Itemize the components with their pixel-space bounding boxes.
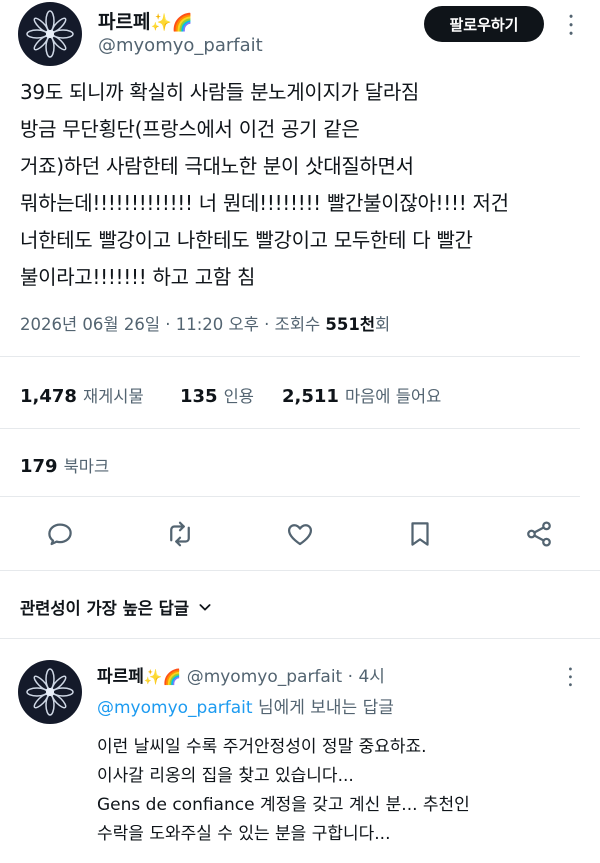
author-handle[interactable]: @myomyo_parfait	[98, 35, 263, 56]
tweet-date[interactable]: 2026년 06월 26일 · 11:20 오후 · 조회수	[20, 315, 325, 334]
divider	[0, 570, 600, 571]
view-suffix: 회	[375, 315, 391, 334]
reply-button[interactable]	[40, 514, 80, 554]
author-name-emoji: ✨🌈	[150, 13, 193, 33]
retweets-count: 1,478	[20, 386, 77, 407]
heart-icon	[287, 524, 313, 546]
divider	[0, 638, 600, 639]
author-name-text: 파르페	[98, 11, 151, 33]
retweet-icon	[170, 521, 190, 547]
quotes-stat[interactable]: 135 인용	[180, 383, 254, 407]
bookmarks-label: 북마크	[63, 457, 110, 476]
share-icon	[527, 521, 551, 547]
reply-avatar[interactable]	[18, 660, 82, 724]
reply-sort-dropdown[interactable]: 관련성이 가장 높은 답글	[20, 595, 213, 619]
likes-count: 2,511	[282, 386, 339, 407]
tweet-meta: 2026년 06월 26일 · 11:20 오후 · 조회수 551천회	[20, 311, 390, 335]
like-button[interactable]	[280, 514, 320, 554]
retweet-button[interactable]	[160, 514, 200, 554]
avatar-flower-icon	[26, 668, 74, 716]
quotes-count: 135	[180, 386, 218, 407]
share-button[interactable]	[519, 514, 559, 554]
more-options-icon[interactable]: •••	[564, 13, 577, 38]
likes-label: 마음에 들어요	[344, 387, 442, 406]
quotes-label: 인용	[223, 387, 254, 406]
reply-time[interactable]: · 4시	[348, 667, 385, 687]
reply-sort-label: 관련성이 가장 높은 답글	[20, 599, 190, 618]
divider	[0, 496, 580, 497]
likes-stat[interactable]: 2,511 마음에 들어요	[282, 383, 441, 407]
tweet-text: 39도 되니까 확실히 사람들 분노게이지가 달라짐 방금 무단횡단(프랑스에서…	[20, 80, 509, 289]
bookmark-icon	[411, 522, 429, 546]
reply-header: 파르페✨🌈 @myomyo_parfait · 4시	[97, 662, 385, 687]
divider	[0, 428, 580, 429]
reply-to-handle[interactable]: @myomyo_parfait	[97, 698, 253, 718]
avatar[interactable]	[18, 2, 82, 66]
bookmarks-count: 179	[20, 456, 58, 477]
follow-button[interactable]: 팔로우하기	[424, 6, 544, 42]
reply-to-suffix: 님에게 보내는 답글	[252, 698, 394, 718]
bookmarks-stat[interactable]: 179 북마크	[20, 453, 109, 477]
chevron-down-icon	[199, 604, 211, 611]
avatar-flower-icon	[26, 10, 74, 58]
reply-icon	[48, 523, 72, 546]
reply-to-line: @myomyo_parfait 님에게 보내는 답글	[97, 693, 394, 718]
reply-author-handle[interactable]: @myomyo_parfait	[187, 667, 343, 687]
retweets-stat[interactable]: 1,478 재게시물	[20, 383, 144, 407]
reply-more-options-icon[interactable]: •••	[564, 666, 575, 690]
divider	[0, 356, 580, 357]
view-count: 551천	[325, 315, 376, 334]
reply-author-emoji: ✨🌈	[143, 668, 182, 686]
bookmark-button[interactable]	[400, 514, 440, 554]
reply-author-name[interactable]: 파르페	[97, 667, 144, 687]
reply-text: 이런 날씨일 수록 주거안정성이 정말 중요하죠. 이사갈 리옹의 집을 찾고 …	[97, 737, 470, 844]
author-name[interactable]: 파르페✨🌈	[98, 7, 193, 34]
retweets-label: 재게시물	[82, 387, 144, 406]
